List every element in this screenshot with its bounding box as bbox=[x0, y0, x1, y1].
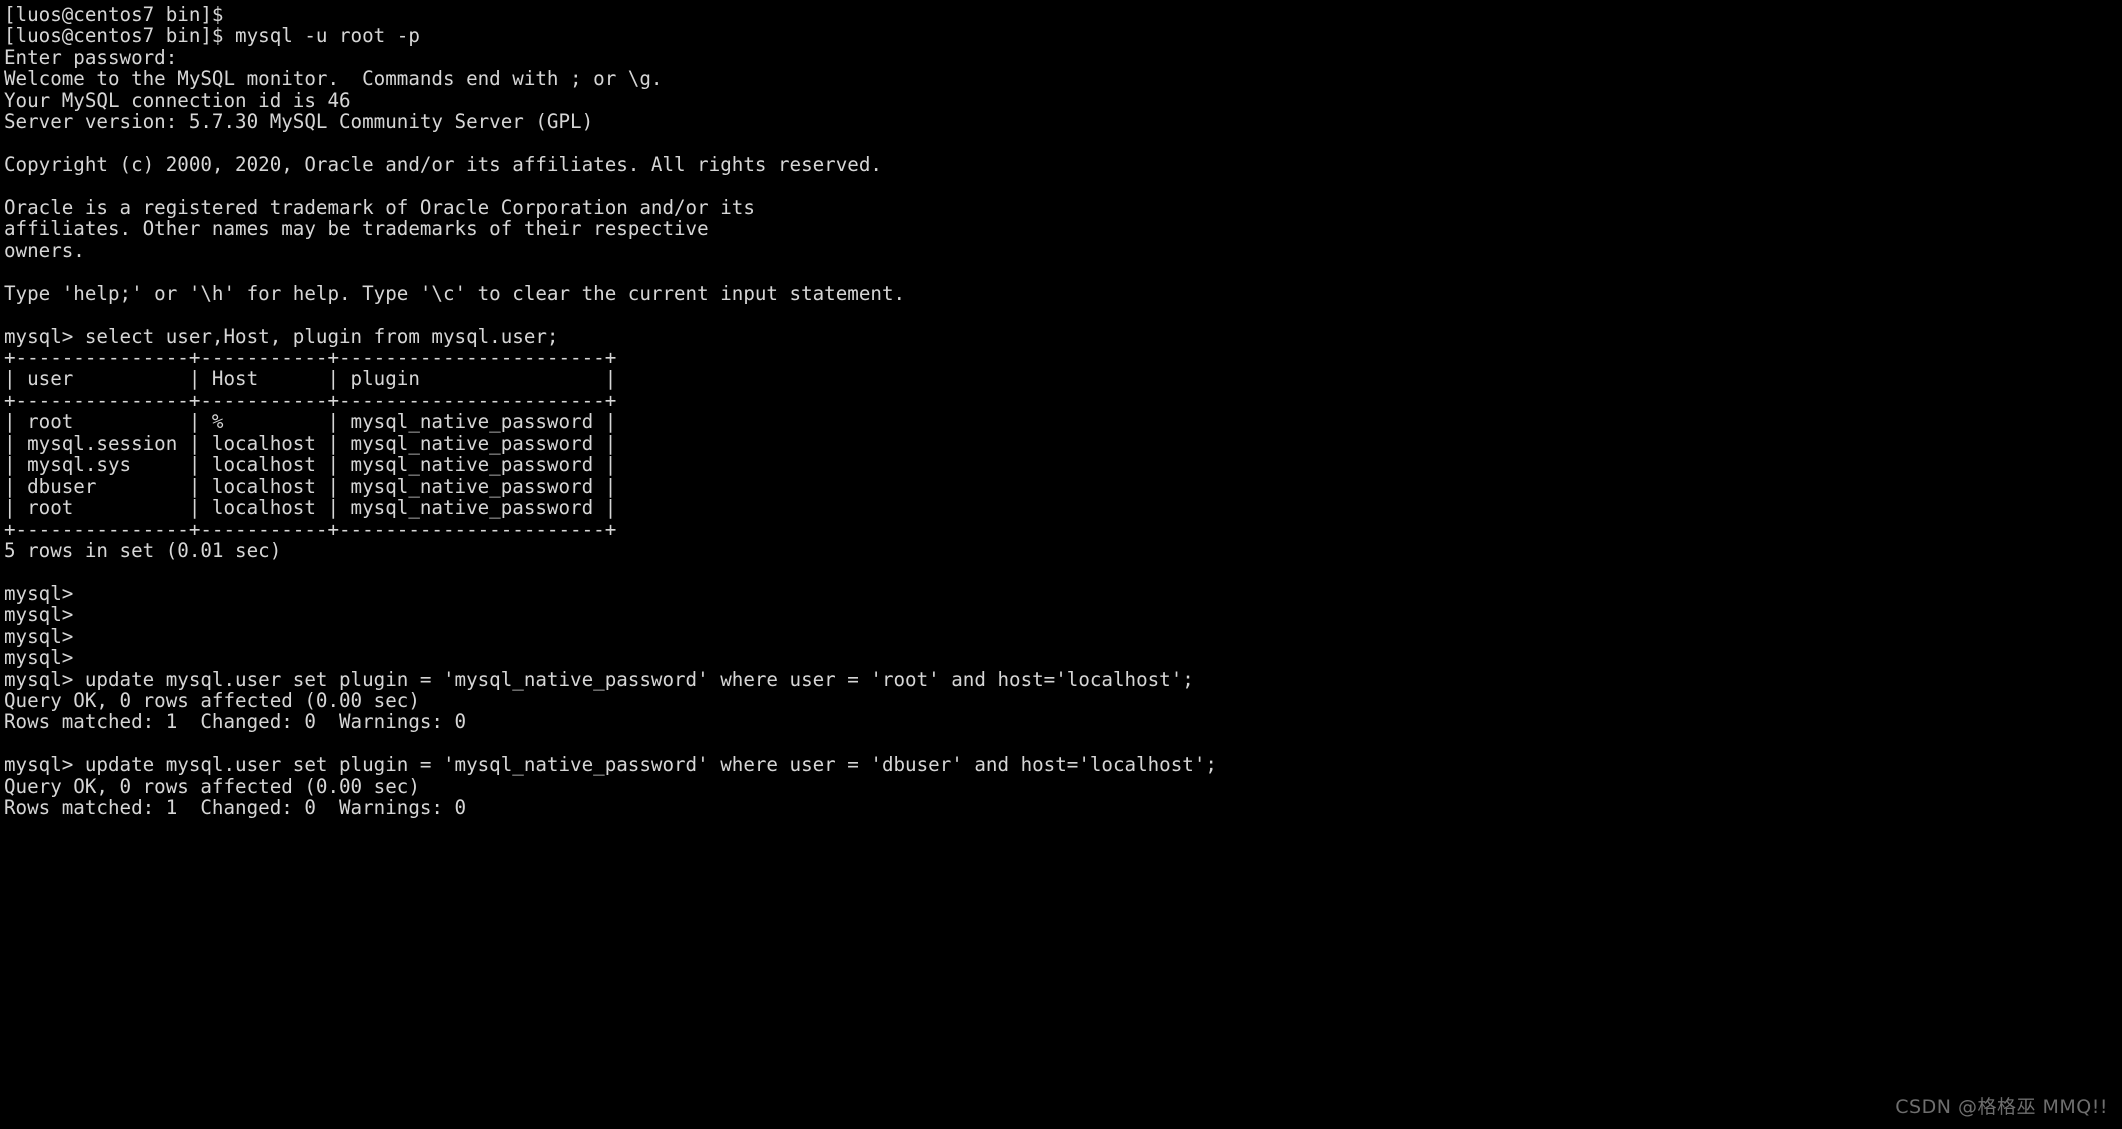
terminal-output-text: [luos@centos7 bin]$ [luos@centos7 bin]$ … bbox=[4, 3, 1217, 820]
terminal-window[interactable]: [luos@centos7 bin]$ [luos@centos7 bin]$ … bbox=[0, 0, 2122, 1129]
csdn-watermark: CSDN @格格巫 MMQ!! bbox=[1895, 1096, 2108, 1118]
